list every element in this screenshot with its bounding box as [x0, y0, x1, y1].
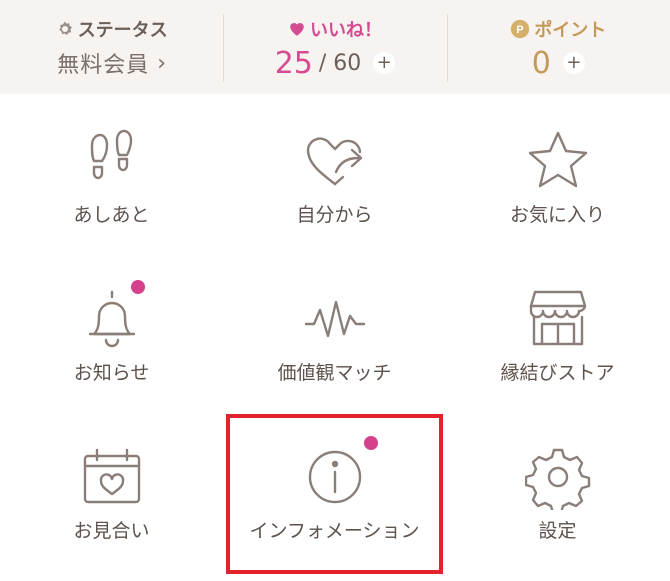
- likes-label: いいね！: [309, 20, 382, 41]
- menu-item-sent-likes[interactable]: 自分から: [223, 94, 446, 252]
- menu-item-label: 自分から: [296, 204, 373, 226]
- notification-badge: [130, 280, 145, 294]
- points-count: 0: [531, 45, 551, 81]
- add-likes-button[interactable]: +: [373, 52, 396, 74]
- menu-item-settings[interactable]: 設定: [446, 410, 669, 568]
- point-coin-icon: P: [510, 19, 530, 39]
- heart-icon: [288, 20, 306, 38]
- status-label: ステータス: [77, 20, 168, 41]
- points-section: P ポイント 0 +: [446, 0, 670, 94]
- chevron-right-icon: ›: [157, 50, 167, 76]
- bell-icon: [79, 280, 145, 352]
- menu-item-label: お気に入り: [509, 204, 605, 226]
- points-header: P ポイント: [510, 14, 606, 44]
- status-value: 無料会員: [57, 53, 150, 78]
- menu-item-footprints[interactable]: あしあと: [0, 94, 223, 252]
- menu-item-label: 設定: [538, 520, 577, 542]
- gear-icon: [524, 444, 591, 510]
- menu-item-label: 価値観マッチ: [277, 362, 392, 384]
- likes-count: 25: [274, 45, 313, 81]
- store-icon: [525, 286, 591, 352]
- likes-max: / 60: [318, 50, 362, 76]
- membership-status[interactable]: 無料会員 ›: [57, 44, 166, 82]
- menu-item-value-match[interactable]: 価値観マッチ: [223, 252, 446, 410]
- heart-arrow-icon: [302, 128, 368, 194]
- gear-icon: [56, 20, 74, 38]
- footprints-icon: [79, 128, 145, 194]
- status-header: ステータス: [56, 14, 168, 44]
- pulse-icon: [302, 286, 368, 352]
- menu-item-label: あしあと: [73, 204, 150, 226]
- menu-item-label: お知らせ: [73, 362, 150, 384]
- status-bar: ステータス 無料会員 › いいね！ 25 / 60 + P ポイント 0 +: [0, 0, 670, 94]
- likes-section: いいね！ 25 / 60 +: [223, 0, 446, 94]
- menu-item-favorites[interactable]: お気に入り: [446, 94, 669, 252]
- menu-item-store[interactable]: 縁結びストア: [446, 252, 669, 410]
- add-points-button[interactable]: +: [562, 52, 585, 74]
- menu-item-notifications[interactable]: お知らせ: [0, 252, 223, 410]
- highlight-box: [226, 414, 443, 574]
- status-section[interactable]: ステータス 無料会員 ›: [0, 0, 223, 94]
- star-icon: [525, 128, 591, 194]
- menu-item-omiai[interactable]: お見合い: [0, 410, 223, 568]
- likes-value: 25 / 60 +: [275, 44, 396, 82]
- points-value: 0 +: [532, 44, 585, 82]
- points-label: ポイント: [534, 20, 607, 41]
- svg-text:P: P: [517, 24, 524, 36]
- calendar-heart-icon: [79, 444, 145, 510]
- menu-item-label: お見合い: [73, 520, 150, 542]
- menu-item-label: 縁結びストア: [500, 362, 615, 384]
- likes-header: いいね！: [288, 14, 382, 44]
